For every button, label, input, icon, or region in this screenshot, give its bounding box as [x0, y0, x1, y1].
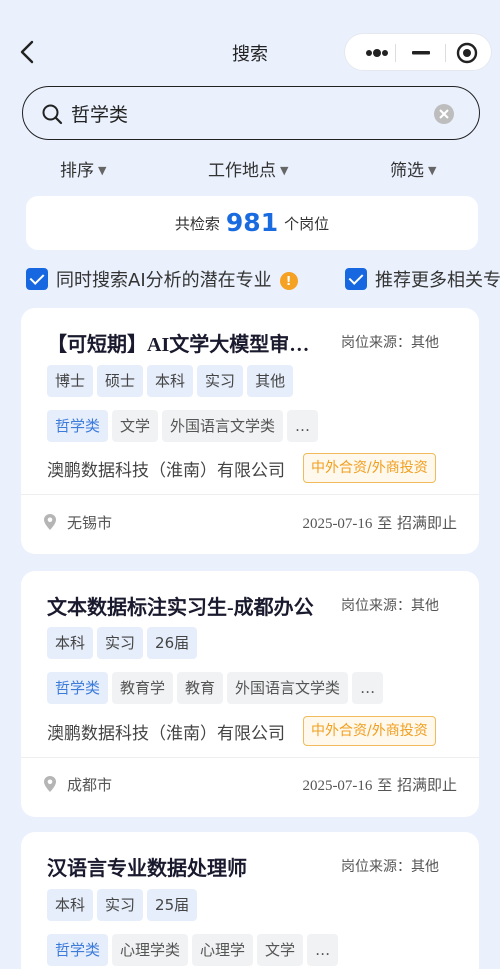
ai-major-checkbox[interactable]: 同时搜索AI分析的潜在专业! — [26, 266, 298, 294]
edu-tag: 硕士 — [97, 365, 144, 397]
major-tags: 哲学类 教育学 教育 外国语言文学类… — [47, 672, 387, 704]
caret-down-icon: ▼ — [428, 164, 437, 177]
capsule-divider — [395, 44, 396, 62]
job-date: 2025-07-16 至 招满即止 — [302, 774, 457, 795]
location-filter[interactable]: 工作地点 ▼ — [208, 156, 289, 181]
major-highlight-tag: 哲学类 — [47, 410, 109, 442]
job-city: 无锡市 — [67, 514, 113, 532]
job-date-value: 2025-07-16 — [302, 778, 373, 794]
result-count: 981 — [225, 208, 279, 237]
more-related-checkbox[interactable]: 推荐更多相关专 — [345, 266, 500, 294]
edu-tag: 本科 — [147, 365, 194, 397]
edu-tag: 25届 — [147, 889, 198, 921]
job-title: 文本数据标注实习生-成都办公 — [47, 597, 314, 619]
job-deadline: 至 招满即止 — [377, 514, 457, 532]
result-suffix: 个岗位 — [284, 215, 330, 233]
edu-tag: 本科 — [47, 889, 94, 921]
location-pin-icon — [44, 776, 56, 792]
edu-tag: 博士 — [47, 365, 94, 397]
sort-filter-label: 排序 — [60, 161, 94, 181]
job-deadline: 至 招满即止 — [377, 776, 457, 794]
job-title: 汉语言专业数据处理师 — [47, 858, 247, 880]
edu-tag: 实习 — [97, 889, 144, 921]
job-location: 成都市 — [43, 774, 112, 795]
major-tag: 心理学 — [192, 934, 254, 966]
top-navigation-bar: 搜索 — [0, 0, 500, 100]
checkbox-checked-icon[interactable] — [26, 268, 48, 290]
result-prefix: 共检索 — [174, 215, 220, 233]
company-type-badge: 中外合资/外商投资 — [303, 716, 436, 746]
clear-icon[interactable] — [433, 103, 455, 125]
major-tag: 教育学 — [112, 672, 174, 704]
more-dots-icon[interactable] — [359, 34, 395, 72]
job-source: 岗位来源：其他 — [341, 598, 439, 614]
caret-down-icon: ▼ — [280, 164, 289, 177]
company-name: 澳鹏数据科技（淮南）有限公司 — [47, 724, 285, 744]
education-tags: 本科 实习 26届 — [47, 627, 201, 659]
more-majors-tag[interactable]: … — [352, 672, 384, 704]
card-divider — [21, 494, 479, 495]
info-icon[interactable]: ! — [279, 272, 298, 290]
education-tags: 博士 硕士 本科 实习 其他 — [47, 365, 297, 397]
major-tag: 文学 — [257, 934, 304, 966]
major-tag: 文学 — [112, 410, 159, 442]
job-card[interactable]: 【可短期】AI文学大模型审… 岗位来源：其他 博士 硕士 本科 实习 其他 哲学类 文学外… — [21, 308, 479, 554]
close-target-icon[interactable] — [453, 34, 481, 72]
caret-down-icon: ▼ — [98, 164, 107, 177]
location-pin-icon — [44, 514, 56, 530]
job-card[interactable]: 汉语言专业数据处理师 岗位来源：其他 本科 实习 25届 哲学类 心理学类 心理学 文学… — [21, 832, 479, 969]
job-date: 2025-07-16 至 招满即止 — [302, 512, 457, 533]
mini-program-capsule — [344, 33, 492, 71]
minimize-icon[interactable] — [407, 34, 435, 72]
more-filter-label: 筛选 — [390, 161, 424, 181]
major-tag: 外国语言文学类 — [162, 410, 284, 442]
edu-tag: 其他 — [247, 365, 294, 397]
major-highlight-tag: 哲学类 — [47, 934, 109, 966]
ai-major-label: 同时搜索AI分析的潜在专业 — [56, 270, 272, 291]
edu-tag: 实习 — [97, 627, 144, 659]
major-tags: 哲学类 文学 外国语言文学类… — [47, 410, 322, 442]
result-count-box: 共检索 981 个岗位 — [26, 196, 478, 250]
education-tags: 本科 实习 25届 — [47, 889, 201, 921]
job-source: 岗位来源：其他 — [341, 859, 439, 875]
job-card[interactable]: 文本数据标注实习生-成都办公 岗位来源：其他 本科 实习 26届 哲学类 教育学 教育外… — [21, 571, 479, 817]
job-title: 【可短期】AI文学大模型审… — [47, 334, 310, 356]
checkbox-checked-icon[interactable] — [345, 268, 367, 290]
location-filter-label: 工作地点 — [208, 161, 276, 181]
company-type-badge: 中外合资/外商投资 — [303, 453, 436, 483]
job-city: 成都市 — [67, 776, 113, 794]
sort-filter[interactable]: 排序 ▼ — [60, 156, 107, 181]
job-date-value: 2025-07-16 — [302, 516, 373, 532]
major-tag: 心理学类 — [112, 934, 189, 966]
search-input[interactable] — [71, 99, 421, 127]
major-tags: 哲学类 心理学类 心理学 文学… — [47, 934, 342, 966]
more-filter[interactable]: 筛选 ▼ — [390, 156, 437, 181]
company-name: 澳鹏数据科技（淮南）有限公司 — [47, 461, 285, 481]
edu-tag: 26届 — [147, 627, 198, 659]
major-tag: 教育 — [177, 672, 224, 704]
search-icon — [42, 104, 63, 125]
edu-tag: 实习 — [197, 365, 244, 397]
major-tag: 外国语言文学类 — [227, 672, 349, 704]
capsule-divider — [445, 44, 446, 62]
search-box[interactable] — [22, 86, 480, 140]
job-source: 岗位来源：其他 — [341, 335, 439, 351]
edu-tag: 本科 — [47, 627, 94, 659]
card-divider — [21, 757, 479, 758]
more-related-label: 推荐更多相关专 — [375, 270, 500, 291]
job-location: 无锡市 — [43, 512, 112, 533]
major-highlight-tag: 哲学类 — [47, 672, 109, 704]
more-majors-tag[interactable]: … — [307, 934, 339, 966]
more-majors-tag[interactable]: … — [287, 410, 319, 442]
